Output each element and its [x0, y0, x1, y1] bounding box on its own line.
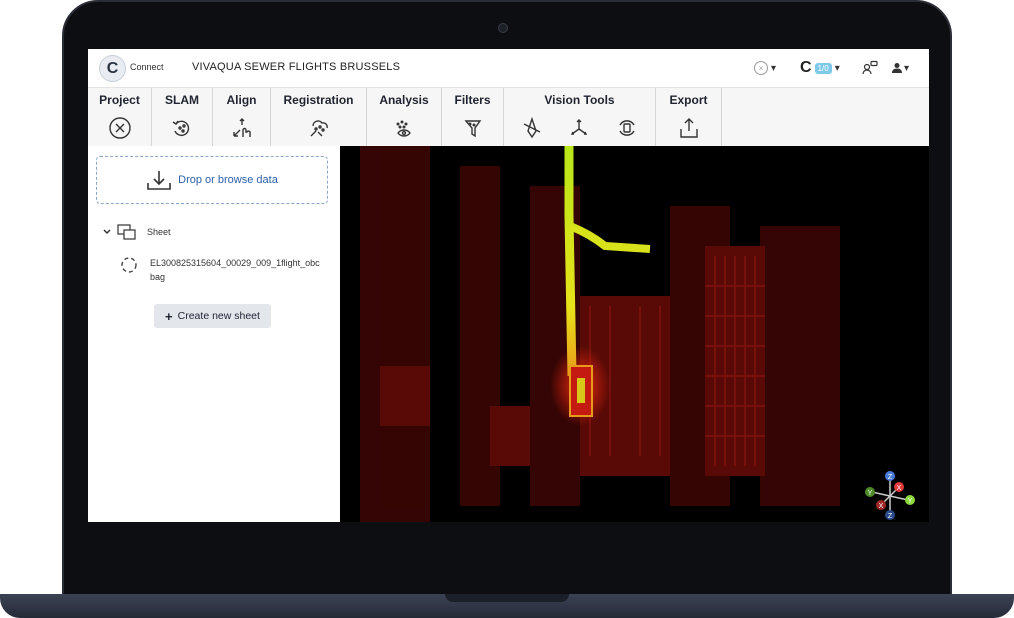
team-button[interactable]: [862, 59, 878, 77]
sheet-tree-item[interactable]: Sheet: [102, 224, 171, 240]
analysis-eye-icon: [396, 120, 411, 137]
ribbon-group-analysis: Analysis: [367, 88, 442, 147]
logo-text: Connect: [130, 62, 164, 72]
chevron-down-icon: [103, 229, 111, 235]
user-icon: [892, 63, 902, 73]
svg-text:X: X: [879, 503, 884, 510]
ribbon-group-title: Project: [99, 93, 140, 107]
create-sheet-label: Create new sheet: [177, 310, 260, 322]
align-button[interactable]: [229, 115, 255, 141]
plus-icon: +: [165, 308, 173, 324]
ribbon-group-title: Registration: [283, 93, 354, 107]
status-dropdown[interactable]: × ▾: [754, 59, 776, 77]
file-name: EL300825315604_00029_009_1flight_obcbag: [150, 258, 320, 282]
filters-button[interactable]: [460, 115, 486, 141]
user-menu[interactable]: ▾: [891, 59, 909, 77]
sheet-label: Sheet: [147, 227, 171, 237]
chevron-down-icon: ▾: [904, 62, 910, 74]
svg-text:Z: Z: [888, 474, 893, 481]
ribbon-toolbar: Project SLAM Align Registration Analysis: [88, 87, 929, 147]
axis-orientation-gizmo[interactable]: Z Y X Y X Z: [860, 468, 920, 522]
vision-pen-icon: [523, 116, 541, 139]
capture-icon: [619, 120, 635, 136]
ribbon-group-registration: Registration: [271, 88, 367, 147]
top-bar: C Connect VIVAQUA SEWER FLIGHTS BRUSSELS…: [88, 49, 929, 87]
axes-icon: [570, 119, 588, 135]
ribbon-group-vision-tools: Vision Tools: [504, 88, 656, 147]
credits-logo: C: [800, 59, 812, 76]
svg-text:Z: Z: [888, 513, 893, 520]
vision-capture-button[interactable]: [614, 115, 640, 141]
slam-loop-icon: [172, 120, 190, 137]
logo-letter: C: [106, 59, 119, 77]
dropzone-label: Drop or browse data: [178, 174, 278, 186]
vision-axes-button[interactable]: [566, 115, 592, 141]
slam-button[interactable]: [169, 115, 195, 141]
close-circle-icon: ×: [754, 61, 768, 75]
ribbon-group-slam: SLAM: [152, 88, 213, 147]
close-project-button[interactable]: [107, 115, 133, 141]
data-dropzone[interactable]: Drop or browse data: [96, 156, 328, 204]
registration-icon: [310, 120, 328, 137]
sheet-icon: [117, 224, 136, 240]
ribbon-group-filters: Filters: [442, 88, 504, 147]
ribbon-group-align: Align: [213, 88, 271, 147]
loading-spinner-icon: [121, 257, 137, 273]
analysis-button[interactable]: [391, 115, 417, 141]
ribbon-group-title: Vision Tools: [544, 93, 615, 107]
laptop-notch: [445, 594, 569, 602]
download-icon: [147, 171, 171, 190]
chevron-down-icon: ▾: [834, 62, 840, 74]
ribbon-group-title: SLAM: [165, 93, 199, 107]
ribbon-group-title: Export: [669, 93, 708, 107]
vision-measure-button[interactable]: [519, 115, 545, 141]
chevron-down-icon: ▾: [771, 62, 777, 74]
ribbon-group-export: Export: [656, 88, 722, 147]
filter-icon: [464, 120, 482, 138]
pointcloud-viewport[interactable]: Z Y X Y X Z: [340, 146, 929, 522]
export-button[interactable]: [676, 115, 702, 141]
app-screen: C Connect VIVAQUA SEWER FLIGHTS BRUSSELS…: [88, 49, 929, 522]
ribbon-group-project: Project: [88, 88, 152, 147]
export-upload-icon: [680, 118, 698, 138]
ribbon-group-title: Filters: [454, 93, 491, 107]
ribbon-group-title: Analysis: [379, 93, 429, 107]
svg-text:X: X: [897, 485, 902, 492]
registration-button[interactable]: [306, 115, 332, 141]
sidebar-panel: Drop or browse data Sheet EL300825315604…: [88, 146, 340, 522]
svg-text:Y: Y: [908, 498, 913, 505]
file-item[interactable]: EL300825315604_00029_009_1flight_obcbag: [120, 256, 320, 284]
create-sheet-button[interactable]: + Create new sheet: [154, 304, 271, 328]
project-title: VIVAQUA SEWER FLIGHTS BRUSSELS: [192, 61, 401, 73]
svg-text:Y: Y: [868, 490, 873, 497]
credits-badge: 1/0: [814, 62, 832, 74]
app-logo[interactable]: C: [99, 55, 126, 82]
pointcloud-render: [360, 146, 840, 522]
close-circle-icon: [109, 117, 131, 139]
webcam: [498, 23, 508, 33]
align-hand-icon: [233, 118, 251, 137]
ribbon-group-title: Align: [226, 93, 257, 107]
users-chat-icon: [862, 60, 878, 75]
credits-dropdown[interactable]: C 1/0 ▾: [800, 59, 840, 77]
